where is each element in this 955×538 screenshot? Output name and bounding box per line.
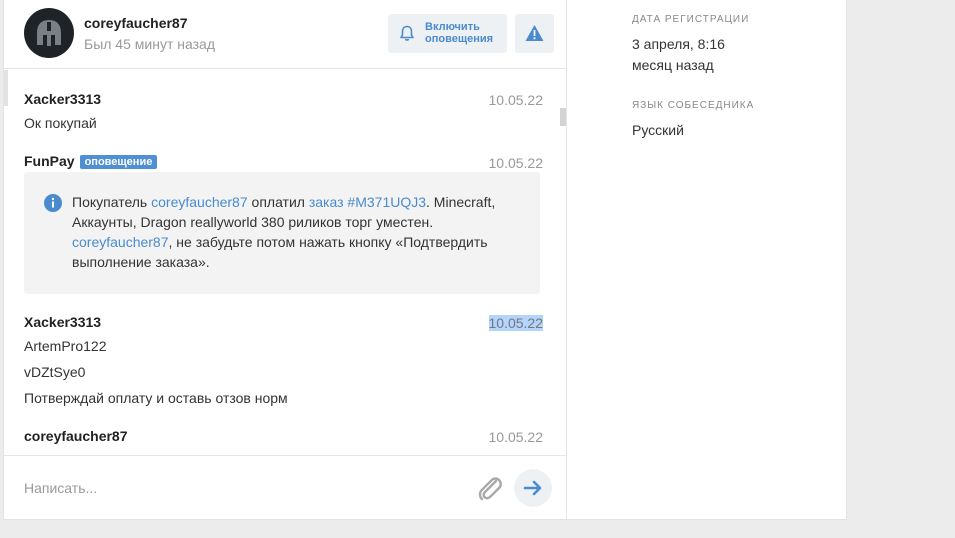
info-icon [44, 194, 62, 215]
registration-date: 3 апреля, 8:16 [632, 36, 725, 52]
message-input[interactable] [24, 476, 444, 500]
message-author[interactable]: Xacker3313 [24, 314, 101, 330]
order-link[interactable]: заказ #M371UQJ3 [309, 194, 426, 210]
paperclip-icon[interactable] [474, 473, 504, 506]
bell-icon [399, 25, 415, 45]
scrollbar[interactable] [560, 108, 566, 126]
chat-panel: coreyfaucher87 Был 45 минут назад Включи… [4, 0, 567, 520]
message-author[interactable]: Xacker3313 [24, 91, 101, 107]
enable-notifications-button[interactable]: Включить оповещения [388, 14, 507, 53]
unread-marker [4, 70, 8, 106]
message-text: vDZtSye0 [24, 364, 86, 380]
message-date: 10.05.22 [488, 429, 544, 445]
helmet-icon [37, 20, 61, 46]
language-value: Русский [632, 122, 684, 138]
language-label: Язык собеседника [632, 100, 755, 111]
alert-text: Покупатель coreyfaucher87 оплатил заказ … [72, 192, 522, 272]
message-author[interactable]: coreyfaucher87 [24, 428, 128, 444]
arrow-right-icon [523, 480, 542, 496]
alert-text-part: Покупатель [72, 194, 152, 210]
buyer-link[interactable]: coreyfaucher87 [72, 234, 169, 250]
warning-icon [525, 25, 544, 41]
registration-ago: месяц назад [632, 57, 714, 73]
message-text: Ок покупай [24, 115, 97, 131]
notify-label-line2: оповещения [425, 33, 494, 45]
chat-header: coreyfaucher87 Был 45 минут назад Включи… [4, 0, 567, 69]
alert-text-part: оплатил [247, 194, 309, 210]
notify-label-line1: Включить [425, 21, 480, 33]
chat-username[interactable]: coreyfaucher87 [84, 15, 188, 31]
message-text: Потверждай оплату и оставь отзов норм [24, 390, 288, 406]
message-date: 10.05.22 [488, 92, 544, 108]
system-author-name[interactable]: FunPay [24, 153, 75, 169]
notify-button-label: Включить оповещения [425, 21, 505, 45]
avatar[interactable] [24, 8, 74, 58]
registration-label: Дата регистрации [632, 14, 750, 25]
message-author[interactable]: FunPay оповещение [24, 153, 158, 170]
last-seen-status: Был 45 минут назад [84, 36, 215, 52]
order-alert: Покупатель coreyfaucher87 оплатил заказ … [24, 172, 540, 294]
notification-badge: оповещение [79, 155, 158, 169]
chat-card: coreyfaucher87 Был 45 минут назад Включи… [3, 0, 847, 520]
buyer-link[interactable]: coreyfaucher87 [151, 194, 248, 210]
message-text: ArtemPro122 [24, 338, 107, 354]
message-date: 10.05.22 [488, 155, 544, 171]
message-date: 10.05.22 [488, 315, 543, 331]
report-button[interactable] [515, 14, 554, 53]
compose-bar [4, 455, 567, 520]
send-button[interactable] [514, 469, 552, 507]
message-list[interactable]: Xacker3313 10.05.22 Ок покупай FunPay опо… [4, 70, 567, 454]
